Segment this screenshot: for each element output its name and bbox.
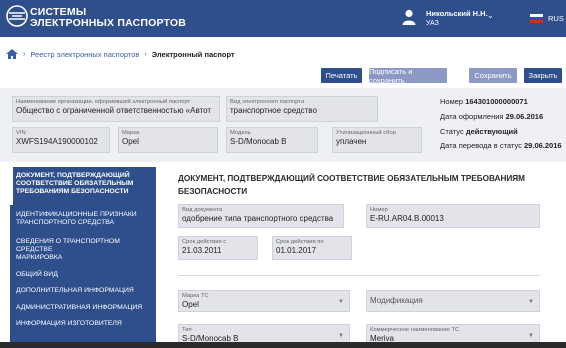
- vehicle-brand-value: Opel: [182, 300, 199, 309]
- transfer-date-value: 29.06.2016: [524, 141, 562, 150]
- globe-logo-icon: [6, 5, 28, 27]
- vin-label: VIN: [16, 130, 26, 136]
- vin-field[interactable]: VIN XWFS194A190000102: [12, 127, 110, 153]
- sidebar-item-administrative-info[interactable]: Административная информация: [16, 304, 156, 312]
- brand-title[interactable]: СИСТЕМЫ ЭЛЕКТРОННЫХ ПАСПОРТОВ: [30, 7, 186, 29]
- russia-flag-icon[interactable]: [530, 14, 543, 23]
- status-value: действующий: [465, 127, 518, 136]
- passport-status: Статус действующий: [440, 127, 518, 136]
- passport-kind-field[interactable]: Вид электронного паспорта транспортное с…: [226, 96, 378, 122]
- organization-value: Общество с ограниченной ответственностью…: [16, 106, 212, 115]
- trade-name-label: Коммерческое наименование ТС: [370, 327, 460, 333]
- valid-from-label: Срок действия с: [182, 239, 227, 245]
- brand-value: Opel: [122, 137, 139, 146]
- passport-number-label: Номер: [440, 97, 464, 106]
- document-number-field[interactable]: Номер E-RU.AR04.B.00013: [366, 204, 540, 228]
- section-title: Документ, подтверждающий соответствие об…: [178, 174, 525, 196]
- sidebar-item-safety-document[interactable]: Документ, подтверждающий соответствие об…: [16, 172, 156, 196]
- status-transfer-date: Дата перевода в статус 29.06.2016: [440, 141, 562, 150]
- modification-placeholder: Модификация: [370, 296, 423, 305]
- issue-date: Дата оформления 29.06.2016: [440, 112, 543, 121]
- valid-to-value: 01.01.2017: [276, 246, 317, 255]
- passport-kind-label: Вид электронного паспорта: [230, 99, 305, 105]
- issue-date-label: Дата оформления: [440, 112, 504, 121]
- document-number-value: E-RU.AR04.B.00013: [370, 214, 444, 223]
- dropdown-arrow-icon: ▼: [338, 333, 344, 339]
- valid-from-field[interactable]: Срок действия с 21.03.2011: [178, 236, 258, 260]
- modification-select[interactable]: Модификация ▼: [366, 290, 540, 312]
- chevron-right-icon: ›: [23, 50, 26, 58]
- document-kind-label: Вид документа: [182, 207, 223, 213]
- breadcrumb-current: Электронный паспорт: [151, 49, 235, 59]
- sign-and-save-button[interactable]: Подписать и сохранить: [369, 67, 447, 85]
- sidebar-item-vehicle-info[interactable]: Сведения о транспортном средстве: [16, 238, 156, 254]
- brand-field[interactable]: Марка Opel: [118, 127, 218, 153]
- breadcrumb: › Реестр электронных паспортов › Электро…: [6, 49, 235, 59]
- sidebar-item-general-view[interactable]: Общий вид: [16, 271, 156, 279]
- chevron-right-icon: ›: [144, 50, 147, 58]
- recycling-fee-field[interactable]: Утилизационный сбор уплачен: [332, 127, 422, 153]
- vehicle-brand-label: Марка ТС: [182, 293, 209, 299]
- document-kind-field[interactable]: Вид документа одобрение типа транспортно…: [178, 204, 344, 228]
- passport-kind-value: транспортное средство: [230, 106, 317, 115]
- recycling-fee-value: уплачен: [336, 137, 367, 146]
- valid-from-value: 21.03.2011: [182, 246, 222, 255]
- dropdown-arrow-icon: ▼: [528, 333, 534, 339]
- organization-field[interactable]: Наименование организации, оформившей эле…: [12, 96, 220, 122]
- sidebar-item-additional-info[interactable]: Дополнительная информация: [16, 287, 156, 295]
- document-number-label: Номер: [370, 207, 388, 213]
- brand-line-2: ЭЛЕКТРОННЫХ ПАСПОРТОВ: [30, 17, 187, 29]
- issue-date-value: 29.06.2016: [505, 112, 544, 121]
- user-icon[interactable]: [402, 9, 416, 25]
- vehicle-type-label: Тип: [182, 327, 192, 333]
- brand-label: Марка: [122, 130, 140, 136]
- sidebar-item-identification[interactable]: Идентификационные признаки транспортного…: [16, 211, 156, 227]
- bottom-edge: [0, 342, 566, 348]
- vin-value: XWFS194A190000102: [16, 137, 98, 146]
- sidebar-item-marking[interactable]: Маркировка: [16, 254, 156, 262]
- dropdown-arrow-icon: ▼: [338, 299, 344, 305]
- passport-number: Номер 164301000000071: [440, 97, 528, 106]
- passport-number-value: 164301000000071: [465, 97, 528, 106]
- main-content: Документ, подтверждающий соответствие об…: [160, 162, 566, 348]
- dropdown-arrow-icon: ▼: [528, 299, 534, 305]
- top-bar: СИСТЕМЫ ЭЛЕКТРОННЫХ ПАСПОРТОВ Никольский…: [0, 0, 566, 37]
- valid-to-field[interactable]: Срок действия по 01.01.2017: [272, 236, 352, 260]
- status-label: Статус: [440, 127, 464, 136]
- model-field[interactable]: Модель S-D/Monocab B: [226, 127, 318, 153]
- vehicle-brand-select[interactable]: Марка ТС Opel ▼: [178, 290, 350, 312]
- home-icon[interactable]: [6, 49, 18, 59]
- model-value: S-D/Monocab B: [230, 137, 287, 146]
- transfer-date-label: Дата перевода в статус: [440, 141, 522, 150]
- valid-to-label: Срок действия по: [276, 239, 324, 245]
- print-button[interactable]: Печатать: [321, 68, 362, 83]
- breadcrumb-registry-link[interactable]: Реестр электронных паспортов: [30, 50, 139, 59]
- model-label: Модель: [230, 130, 251, 136]
- user-organization: УАЗ: [426, 20, 439, 27]
- close-button[interactable]: Закрыть: [524, 68, 562, 83]
- section-sidebar: Документ, подтверждающий соответствие об…: [10, 167, 156, 348]
- document-kind-value: одобрение типа транспортного средства: [182, 214, 334, 223]
- user-name[interactable]: Никольский Н.Н.: [426, 9, 488, 18]
- section-divider: [178, 275, 540, 276]
- organization-label: Наименование организации, оформившей эле…: [16, 99, 191, 105]
- chevron-down-icon[interactable]: ⌄: [487, 11, 494, 20]
- language-selector[interactable]: RUS: [548, 14, 564, 23]
- save-button[interactable]: Сохранить: [469, 68, 517, 83]
- recycling-fee-label: Утилизационный сбор: [336, 130, 396, 136]
- sidebar-item-manufacturer-info[interactable]: Информация изготовителя: [16, 320, 156, 328]
